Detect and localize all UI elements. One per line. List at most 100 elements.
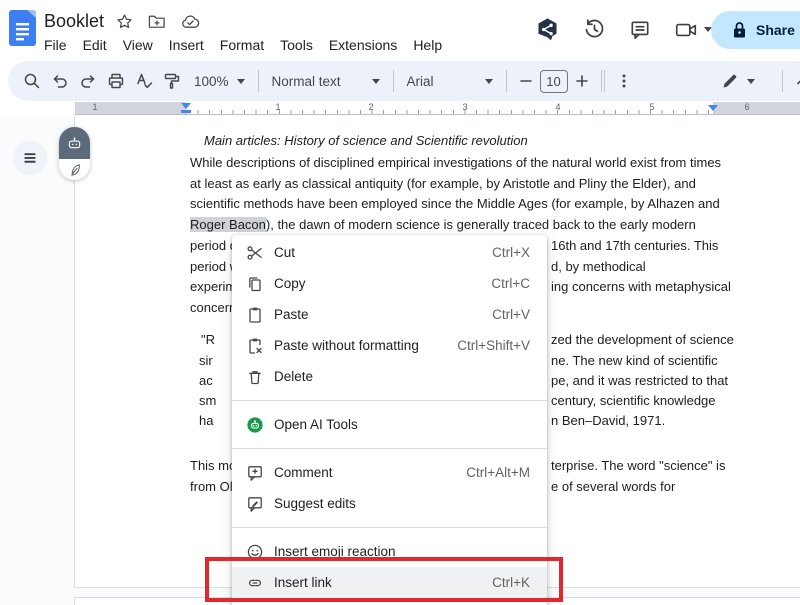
ruler[interactable]: 1123456: [0, 102, 800, 115]
menubar-item-edit[interactable]: Edit: [75, 35, 115, 55]
document-text-fragment: ha: [199, 411, 213, 431]
print-icon[interactable]: [102, 67, 130, 95]
star-icon[interactable]: [116, 13, 133, 30]
menu-separator: [232, 527, 547, 528]
styles-dropdown[interactable]: Normal text: [264, 74, 388, 89]
menubar-item-help[interactable]: Help: [405, 35, 450, 55]
document-text-fragment: ac: [199, 371, 213, 391]
zoom-dropdown[interactable]: 100%: [186, 74, 253, 89]
trash-icon: [246, 368, 264, 386]
text-run: Main articles: History of science and Sc…: [204, 133, 528, 148]
video-camera-icon: [674, 19, 698, 41]
menu-item-label: Comment: [274, 465, 466, 480]
menu-item-comment[interactable]: CommentCtrl+Alt+M: [232, 457, 547, 488]
document-text-fragment: sir: [199, 351, 213, 371]
document-text-fragment: "R: [201, 330, 215, 350]
menu-item-suggest-edits[interactable]: Suggest edits: [232, 488, 547, 519]
menu-item-shortcut: Ctrl+V: [492, 307, 530, 322]
docs-logo-icon[interactable]: [9, 10, 36, 46]
menu-item-delete[interactable]: Delete: [232, 361, 547, 392]
menu-item-label: Copy: [274, 276, 491, 291]
editing-mode-dropdown[interactable]: [713, 72, 763, 90]
menubar-item-view[interactable]: View: [115, 35, 161, 55]
paint-format-icon[interactable]: [158, 67, 186, 95]
menu-item-paste-without-formatting[interactable]: Paste without formattingCtrl+Shift+V: [232, 330, 547, 361]
app-header: Booklet FileEditViewInsertFormatToo: [0, 0, 800, 61]
spellcheck-icon[interactable]: [130, 67, 158, 95]
editing-mode-caret-icon: [747, 79, 755, 84]
toolbar-separator: [782, 70, 783, 92]
pen-icon: [721, 72, 739, 90]
selected-text: Roger Bacon: [190, 217, 266, 232]
document-text-line: While descriptions of disciplined empiri…: [190, 153, 721, 173]
search-icon[interactable]: [18, 67, 46, 95]
ruler-number: 1: [275, 102, 280, 112]
document-text-fragment: from Ol: [190, 477, 233, 497]
ai-robot-icon: [246, 416, 264, 434]
move-folder-icon[interactable]: [148, 13, 166, 30]
menubar-item-tools[interactable]: Tools: [272, 35, 321, 55]
document-text-line: Roger Bacon), the dawn of modern science…: [190, 215, 696, 235]
menu-item-cut[interactable]: CutCtrl+X: [232, 237, 547, 268]
clipboard-icon: [246, 306, 264, 324]
menu-item-label: Open AI Tools: [274, 417, 530, 432]
more-toolbar-options-icon[interactable]: [610, 67, 638, 95]
ruler-number: 2: [368, 102, 373, 112]
menubar-item-insert[interactable]: Insert: [161, 35, 212, 55]
document-text-fragment: ing concerns with metaphysical: [551, 277, 731, 297]
document-text-fragment: terprise. The word "science" is: [551, 456, 725, 476]
ruler-number: 5: [649, 102, 654, 112]
menu-item-copy[interactable]: CopyCtrl+C: [232, 268, 547, 299]
font-dropdown[interactable]: Arial: [399, 74, 501, 89]
version-history-icon[interactable]: [583, 18, 606, 41]
menubar-item-format[interactable]: Format: [212, 35, 272, 55]
menu-item-label: Cut: [274, 245, 492, 260]
comments-icon[interactable]: [629, 19, 651, 41]
comment-add-icon: [246, 464, 264, 482]
font-value: Arial: [407, 74, 434, 89]
styles-caret-icon: [372, 79, 380, 84]
right-indent-marker[interactable]: [708, 105, 718, 111]
menu-separator: [232, 400, 547, 401]
cloud-status-icon[interactable]: [181, 14, 200, 30]
toolbar-separator: [604, 70, 605, 92]
decrease-font-size-button[interactable]: [512, 67, 540, 95]
toolbar: 100% Normal text Arial 10: [8, 61, 800, 101]
document-text-fragment: n Ben–David, 1971.: [551, 411, 665, 431]
google-docs-window: Booklet FileEditViewInsertFormatToo: [0, 0, 800, 605]
lock-icon: [732, 21, 747, 39]
document-text-line: Main articles: History of science and Sc…: [204, 131, 528, 151]
document-text-fragment: concern: [190, 298, 236, 318]
suggest-edits-icon: [246, 495, 264, 513]
document-text-fragment: 16th and 17th centuries. This: [551, 236, 718, 256]
document-title[interactable]: Booklet: [44, 11, 104, 32]
menu-item-open-ai-tools[interactable]: Open AI Tools: [232, 409, 547, 440]
ruler-number: 1: [92, 102, 97, 112]
first-line-indent-marker[interactable]: [181, 110, 191, 113]
redo-icon[interactable]: [74, 67, 102, 95]
collapse-toolbar-icon[interactable]: [788, 67, 800, 95]
document-text-line: scientific methods have been employed si…: [190, 194, 720, 214]
font-size-input[interactable]: 10: [540, 70, 568, 93]
menu-item-paste[interactable]: PasteCtrl+V: [232, 299, 547, 330]
left-indent-marker[interactable]: [181, 103, 191, 109]
menu-item-label: Paste: [274, 307, 492, 322]
zoom-caret-icon: [237, 79, 245, 84]
undo-icon[interactable]: [46, 67, 74, 95]
document-text-fragment: ne. The new kind of scientific: [551, 351, 718, 371]
menubar-item-extensions[interactable]: Extensions: [321, 35, 405, 55]
document-text-fragment: century, scientific knowledge: [551, 391, 716, 411]
context-menu: CutCtrl+XCopyCtrl+CPasteCtrl+VPaste with…: [232, 235, 547, 605]
menu-separator: [232, 448, 547, 449]
ai-hexagon-icon[interactable]: [535, 17, 560, 42]
increase-font-size-button[interactable]: [568, 67, 596, 95]
zoom-value: 100%: [194, 74, 229, 89]
menubar-item-file[interactable]: File: [36, 35, 75, 55]
scissors-icon: [246, 244, 264, 262]
share-button[interactable]: Share: [711, 11, 800, 49]
font-caret-icon: [485, 79, 493, 84]
video-call-button[interactable]: [674, 19, 712, 41]
copy-icon: [246, 275, 264, 293]
menu-item-shortcut: Ctrl+Shift+V: [457, 338, 530, 353]
document-text-line: at least as early as classical antiquity…: [190, 174, 696, 194]
